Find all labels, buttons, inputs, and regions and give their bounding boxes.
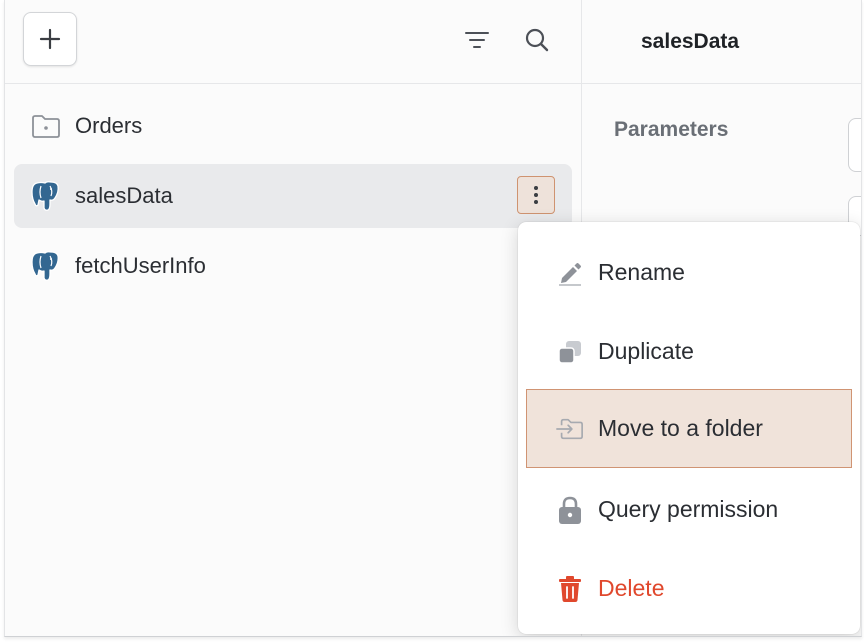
query-list-toolbar — [5, 0, 581, 84]
list-item-orders-folder[interactable]: Orders — [14, 94, 572, 158]
query-title: salesData — [641, 30, 740, 53]
menu-item-query-permission[interactable]: Query permission — [526, 470, 852, 549]
duplicate-icon — [556, 338, 584, 366]
search-icon — [525, 28, 549, 52]
list-item-salesdata[interactable]: salesData — [14, 164, 572, 228]
move-to-folder-icon — [556, 415, 584, 443]
list-item-label: Orders — [75, 113, 143, 138]
menu-item-rename[interactable]: Rename — [526, 233, 852, 312]
parameter-input-edge[interactable] — [848, 118, 861, 172]
postgres-elephant-icon — [30, 250, 62, 282]
list-item-label: salesData — [75, 183, 173, 208]
lock-icon — [556, 496, 584, 524]
menu-item-label: Move to a folder — [598, 415, 763, 441]
add-query-button[interactable] — [23, 12, 77, 66]
query-list-pane: Orders salesData fetchUserInfo — [5, 0, 582, 636]
parameters-label: Parameters — [614, 118, 729, 141]
app-window: Orders salesData fetchUserInfo salesData… — [4, 0, 862, 637]
context-menu: Rename Duplicate Move to a folder Query … — [518, 222, 860, 634]
list-item-label: fetchUserInfo — [75, 253, 206, 278]
filter-button[interactable] — [463, 26, 491, 54]
menu-item-move-to-folder[interactable]: Move to a folder — [526, 389, 852, 468]
vertical-dots-icon — [534, 186, 538, 204]
menu-item-label: Rename — [598, 259, 685, 285]
query-detail-header: salesData — [582, 0, 861, 84]
menu-item-label: Delete — [598, 575, 665, 601]
menu-item-label: Query permission — [598, 496, 779, 522]
trash-icon — [556, 575, 584, 603]
list-item-fetchuserinfo[interactable]: fetchUserInfo — [14, 234, 572, 298]
menu-item-label: Duplicate — [598, 338, 694, 364]
plus-icon — [39, 28, 61, 50]
folder-icon — [30, 110, 62, 142]
more-options-button[interactable] — [517, 176, 555, 214]
menu-item-delete[interactable]: Delete — [526, 549, 852, 628]
postgres-elephant-icon — [30, 180, 62, 212]
pencil-icon — [556, 259, 584, 287]
filter-icon — [465, 32, 489, 48]
search-button[interactable] — [523, 26, 551, 54]
menu-item-duplicate[interactable]: Duplicate — [526, 312, 852, 391]
